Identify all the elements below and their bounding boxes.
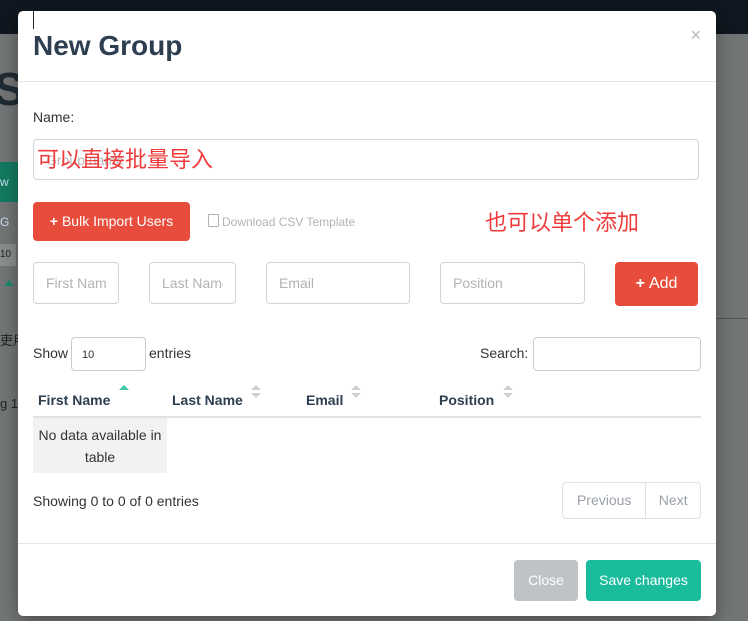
name-label: Name: [33,109,75,125]
group-name-input[interactable] [33,139,699,180]
add-button[interactable]: + Add [615,262,698,306]
new-group-modal: New Group × Name: +Bulk Import Users Dow… [18,11,716,616]
table-info: Showing 0 to 0 of 0 entries [33,493,199,509]
position-input[interactable] [440,262,585,304]
page-length-select[interactable]: 10 [71,337,146,371]
header-divider [18,81,716,82]
sort-icon [119,385,129,399]
background-new-group-button: w G [0,162,20,229]
entries-label: entries [149,345,192,361]
bulk-import-button[interactable]: + Bulk Import Users [33,202,190,241]
column-header-first-name[interactable]: First Name [38,392,110,408]
background-sort-icon [4,280,14,286]
download-csv-template-label: Download CSV Template [222,215,356,229]
sort-icon [251,385,261,399]
close-button[interactable]: Close [514,560,578,601]
empty-table-message: No data available in table [33,418,167,473]
search-label: Search: [480,345,529,361]
pagination: Previous Next [562,482,701,519]
bulk-import-label: Bulk Import Users [61,213,174,229]
last-name-input[interactable] [149,262,236,304]
file-icon [208,214,219,227]
plus-icon: + [49,213,58,229]
plus-icon: + [635,275,645,292]
column-header-email[interactable]: Email [306,392,343,408]
save-changes-button[interactable]: Save changes [586,560,701,601]
next-page-button[interactable]: Next [646,483,700,518]
email-input[interactable] [266,262,410,304]
text-cursor [33,11,34,29]
add-label: Add [648,275,678,292]
column-header-position[interactable]: Position [439,392,494,408]
first-name-input[interactable] [33,262,119,304]
sort-icon [503,385,513,399]
search-input[interactable] [533,337,701,371]
modal-title: New Group [33,30,183,61]
background-text: g 1 [0,396,19,411]
download-csv-template-link[interactable]: Download CSV Template [208,214,355,229]
close-icon[interactable]: × [690,25,701,46]
footer-divider [18,543,716,544]
background-divider [716,318,748,319]
background-length-select: 10 [0,244,16,266]
show-label: Show [33,345,69,361]
sort-icon [351,385,361,399]
previous-page-button[interactable]: Previous [563,483,647,518]
column-header-last-name[interactable]: Last Name [172,392,243,408]
